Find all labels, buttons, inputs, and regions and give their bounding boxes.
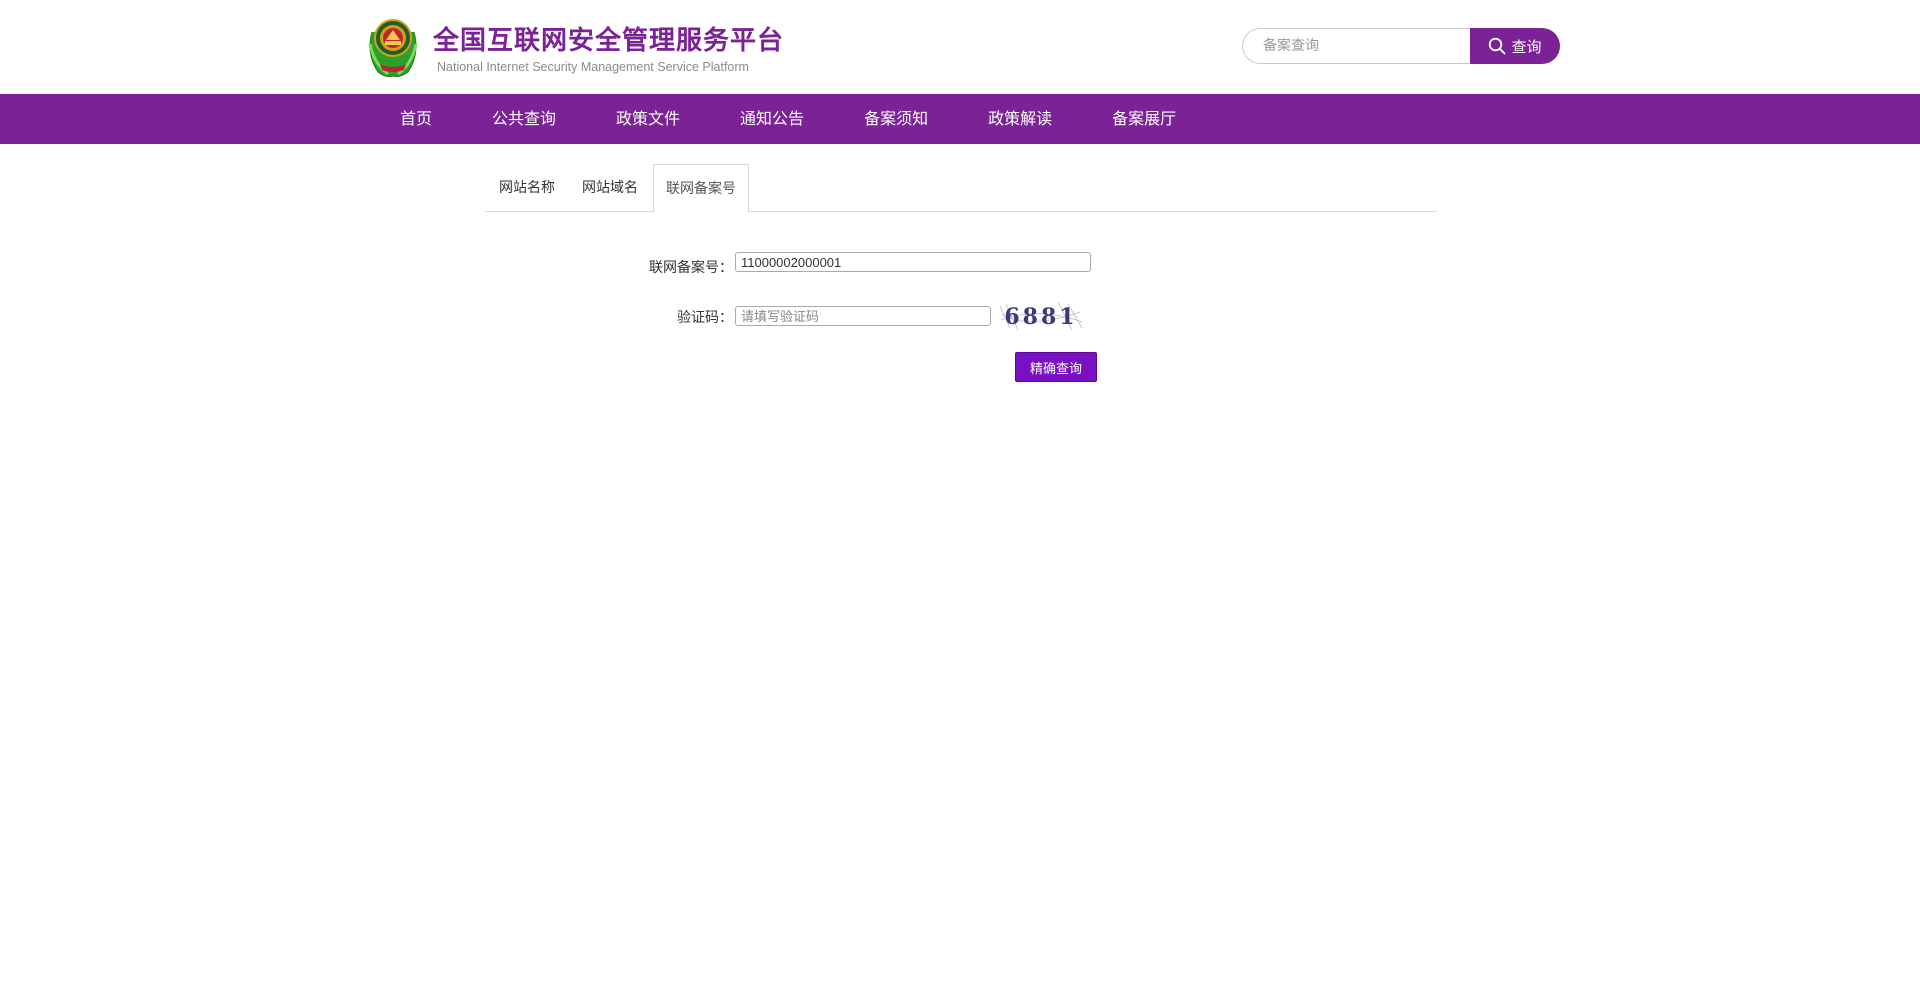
search-button-label: 查询 — [1511, 37, 1542, 56]
nav-list: 首页 公共查询 政策文件 通知公告 备案须知 政策解读 备案展厅 — [370, 94, 1206, 144]
captcha-field[interactable] — [735, 306, 991, 326]
site-subtitle: National Internet Security Management Se… — [437, 60, 749, 74]
query-tabs: 网站名称 网站域名 联网备案号 — [485, 164, 1437, 213]
tab-site-domain[interactable]: 网站域名 — [580, 164, 640, 212]
nav-item-policy-documents[interactable]: 政策文件 — [586, 94, 710, 144]
nav-item-home[interactable]: 首页 — [370, 94, 462, 144]
search-input[interactable] — [1242, 28, 1472, 64]
captcha-text: 6881 — [1004, 304, 1077, 330]
nav-item-public-query[interactable]: 公共查询 — [462, 94, 586, 144]
captcha-image[interactable]: 6881 — [998, 300, 1084, 332]
main-nav: 首页 公共查询 政策文件 通知公告 备案须知 政策解读 备案展厅 — [0, 94, 1920, 144]
site-title: 全国互联网安全管理服务平台 — [433, 26, 785, 56]
tab-record-number[interactable]: 联网备案号 — [653, 164, 749, 213]
header-search: 查询 — [1242, 28, 1560, 64]
tab-site-name[interactable]: 网站名称 — [497, 164, 557, 212]
captcha-label: 验证码： — [677, 310, 733, 326]
police-emblem-icon — [368, 19, 418, 77]
search-icon — [1489, 37, 1506, 55]
nav-item-filing-showroom[interactable]: 备案展厅 — [1082, 94, 1206, 144]
header: 全国互联网安全管理服务平台 National Internet Security… — [0, 0, 1920, 94]
exact-query-button[interactable]: 精确查询 — [1015, 352, 1097, 382]
search-button[interactable]: 查询 — [1470, 28, 1560, 64]
record-number-label: 联网备案号： — [649, 260, 733, 276]
record-number-field[interactable] — [735, 252, 1091, 272]
nav-item-policy-interpretation[interactable]: 政策解读 — [958, 94, 1082, 144]
nav-item-filing-guide[interactable]: 备案须知 — [834, 94, 958, 144]
nav-item-notices[interactable]: 通知公告 — [710, 94, 834, 144]
